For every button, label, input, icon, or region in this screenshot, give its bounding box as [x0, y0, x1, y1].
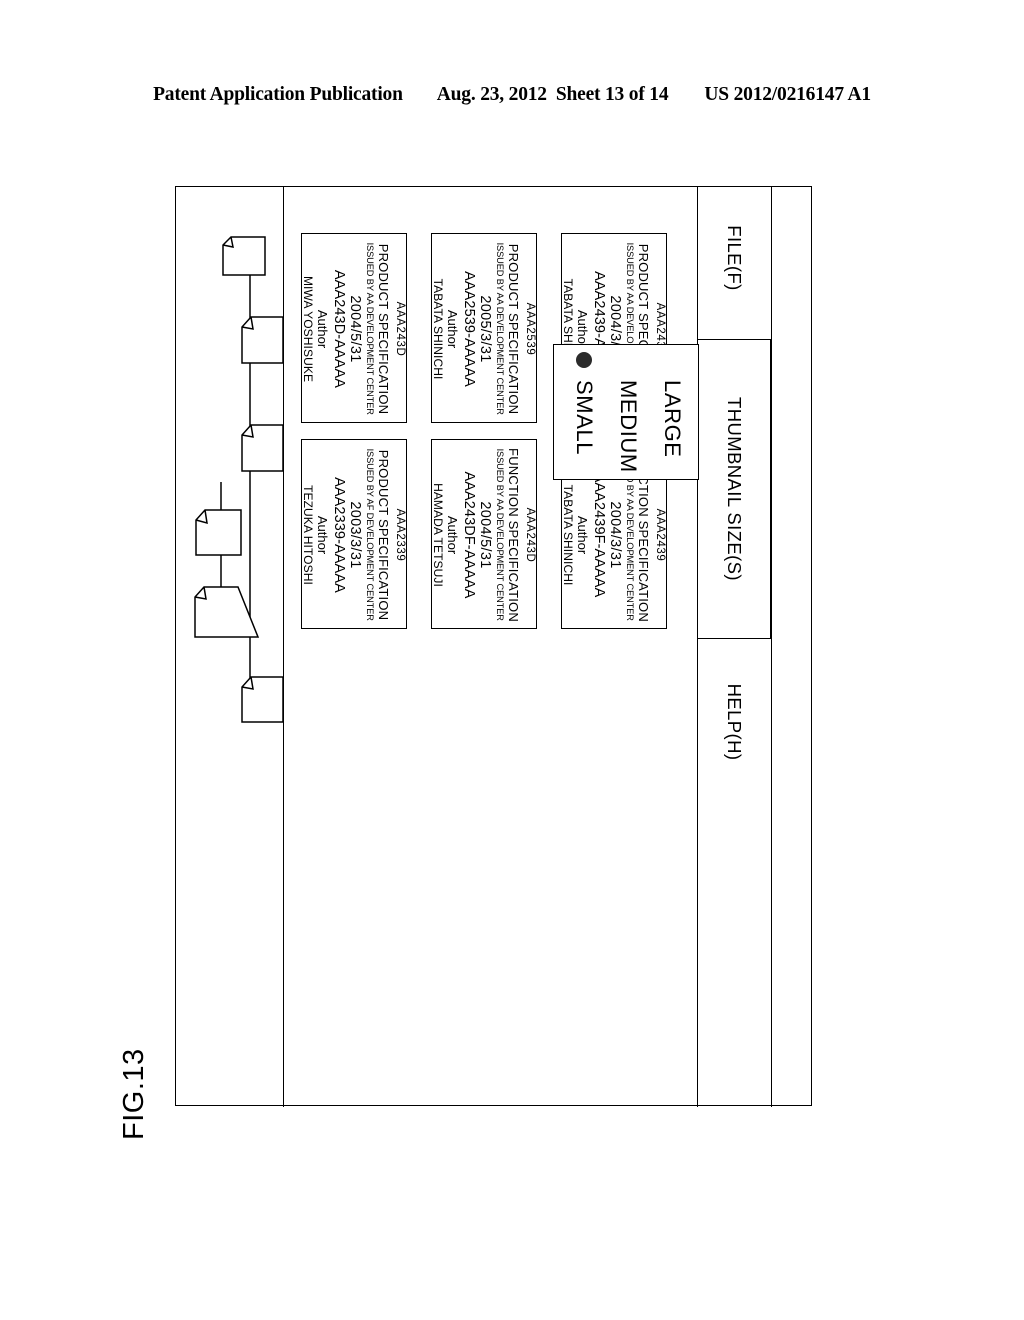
- thumbnail-grid-panel: AAA2439 PRODUCT SPECIFICATION ISSUED BY …: [283, 187, 697, 1107]
- document-thumbnail-card[interactable]: AAA2539 PRODUCT SPECIFICATION ISSUED BY …: [431, 233, 537, 423]
- card-title: AAA243D: [393, 301, 406, 357]
- thumbnail-size-dropdown-menu[interactable]: LARGE MEDIUM SMALL: [553, 344, 699, 480]
- header-publication-text: Patent Application Publication: [153, 84, 403, 105]
- thumbnail-size-option-medium-label: MEDIUM: [616, 380, 641, 473]
- radio-selected-dot-icon: [576, 352, 592, 378]
- card-spec-type: PRODUCT SPECIFICATION: [376, 243, 392, 415]
- card-date: 2004/5/31: [477, 501, 494, 569]
- application-window: FILE(F) THUMBNAIL SIZE(S) HELP(H) LARGE …: [175, 186, 812, 1107]
- document-tree-panel: [176, 187, 283, 1107]
- document-tree-graphic: [194, 236, 283, 723]
- card-author-label: Author: [445, 515, 461, 555]
- thumbnail-size-option-small[interactable]: SMALL: [562, 345, 606, 481]
- thumbnail-size-option-large-label: LARGE: [660, 380, 685, 458]
- header-sheet-text: Sheet 13 of 14: [555, 84, 669, 105]
- card-title: AAA2439: [653, 508, 666, 562]
- menu-item-thumbnail-size-label: THUMBNAIL SIZE(S): [724, 397, 745, 581]
- card-title: AAA243D: [523, 507, 536, 563]
- card-issuer: ISSUED BY AA DEVELOPMENT CENTER: [494, 242, 506, 416]
- document-node-4[interactable]: [195, 509, 242, 556]
- card-spec-type: PRODUCT SPECIFICATION: [506, 243, 522, 415]
- card-date: 2003/3/31: [347, 501, 364, 569]
- figure-label: FIG.13: [118, 1048, 150, 1140]
- card-author-label: Author: [575, 515, 591, 555]
- card-author-name: TABATA SHINICHI: [431, 278, 446, 380]
- card-document-code: AAA243DF-AAAAA: [460, 471, 477, 599]
- document-node-3[interactable]: [241, 424, 283, 472]
- card-issuer: ISSUED BY AF DEVELOPMENT CENTER: [364, 448, 376, 622]
- card-author-label: Author: [315, 515, 331, 555]
- card-document-code: AAA2439F-AAAAA: [590, 472, 607, 598]
- document-node-6[interactable]: [241, 676, 283, 723]
- thumbnail-size-option-medium[interactable]: MEDIUM: [606, 345, 650, 481]
- document-node-5[interactable]: [194, 586, 260, 638]
- document-thumbnail-card[interactable]: AAA243D FUNCTION SPECIFICATION ISSUED BY…: [431, 439, 537, 629]
- menu-item-help-label: HELP(H): [724, 683, 745, 761]
- card-issuer: ISSUED BY AA DEVELOPMENT CENTER: [364, 242, 376, 416]
- patent-page-header: Patent Application Publication Aug. 23, …: [0, 84, 1024, 114]
- card-date: 2004/5/31: [347, 295, 364, 363]
- card-author-label: Author: [315, 309, 331, 349]
- card-document-code: AAA2339-AAAAA: [330, 477, 347, 593]
- document-thumbnail-card[interactable]: AAA243D PRODUCT SPECIFICATION ISSUED BY …: [301, 233, 407, 423]
- menu-item-thumbnail-size[interactable]: THUMBNAIL SIZE(S): [697, 339, 771, 639]
- card-date: 2005/3/31: [477, 295, 494, 363]
- card-document-code: AAA243D-AAAAA: [330, 269, 347, 389]
- menu-item-file-label: FILE(F): [724, 225, 745, 291]
- header-date-text: Aug. 23, 2012: [436, 84, 547, 105]
- card-author-name: TEZUKA HITOSHI: [301, 485, 316, 585]
- document-thumbnail-card[interactable]: AAA2339 PRODUCT SPECIFICATION ISSUED BY …: [301, 439, 407, 629]
- card-spec-type: PRODUCT SPECIFICATION: [376, 449, 392, 621]
- card-spec-type: FUNCTION SPECIFICATION: [506, 448, 522, 622]
- window-title-bar: [771, 187, 811, 1107]
- card-author-name: HAMADA TETSUJI: [431, 483, 446, 587]
- document-node-root[interactable]: [222, 236, 266, 276]
- card-author-label: Author: [445, 309, 461, 349]
- menu-item-help[interactable]: HELP(H): [697, 657, 771, 787]
- card-author-name: MIWA YOSHISUKE: [301, 275, 316, 383]
- card-issuer: ISSUED BY AA DEVELOPMENT CENTER: [494, 448, 506, 622]
- card-author-label: Author: [575, 309, 591, 349]
- card-author-name: TABATA SHINICHI: [561, 484, 576, 586]
- card-title: AAA2539: [523, 302, 536, 356]
- menu-item-file[interactable]: FILE(F): [697, 193, 771, 323]
- card-date: 2004/3/31: [607, 501, 624, 569]
- card-document-code: AAA2539-AAAAA: [460, 271, 477, 387]
- menu-bar: FILE(F) THUMBNAIL SIZE(S) HELP(H): [697, 187, 771, 1107]
- thumbnail-size-option-small-label: SMALL: [572, 380, 597, 456]
- header-patent-number: US 2012/0216147 A1: [704, 84, 871, 105]
- card-title: AAA2339: [393, 508, 406, 562]
- thumbnail-size-option-large[interactable]: LARGE: [650, 345, 694, 481]
- document-node-2[interactable]: [241, 316, 283, 364]
